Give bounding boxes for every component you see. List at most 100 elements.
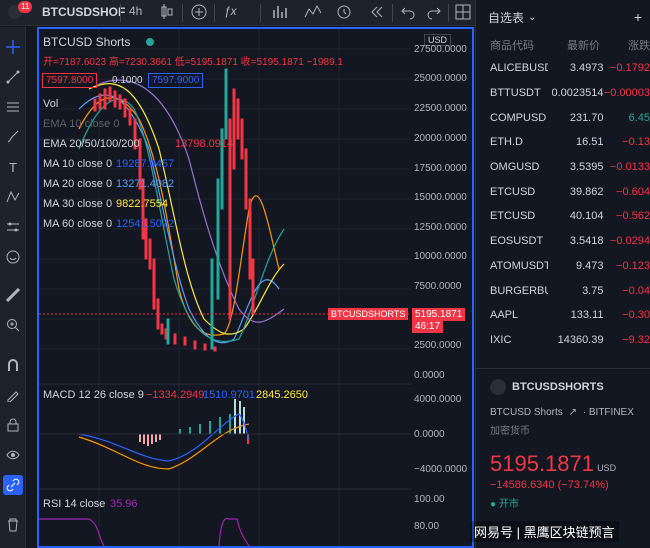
macd-value-1: −1334.2949 <box>146 389 205 401</box>
price-tick: 12500.0000 <box>414 222 467 233</box>
templates-icon[interactable] <box>272 4 288 23</box>
macd-tick: 4000.0000 <box>414 394 462 405</box>
interval-button[interactable]: 4h <box>129 4 142 18</box>
volume-legend[interactable]: Vol <box>43 98 58 110</box>
symbol-price-label: BTCUSDSHORTS <box>328 308 409 320</box>
rsi-legend[interactable]: RSI 14 close <box>43 498 105 510</box>
price-tick: 25000.0000 <box>414 73 467 84</box>
trendline-icon[interactable] <box>3 67 23 87</box>
chevron-down-icon[interactable]: ⌄ <box>528 12 536 23</box>
right-panel: 自选表 ⌄ + 商品代码 最新价 涨跌 ALICEBUSD 3.4973 −0.17… <box>475 0 650 548</box>
list-item[interactable]: BURGERBU 3.75 −0.04 <box>476 278 650 303</box>
rsi-tick: 80.00 <box>414 521 440 532</box>
price-tick: 22500.0000 <box>414 103 467 114</box>
layout-icon[interactable] <box>455 4 471 23</box>
list-item[interactable]: AAPL 133.11 −0.30 <box>476 303 650 328</box>
replay-icon[interactable] <box>369 4 385 23</box>
trash-icon[interactable] <box>3 515 23 535</box>
ma60-value: 12541.5072 <box>116 218 175 230</box>
price-tick: 20000.0000 <box>414 133 467 144</box>
ma20-value: 13271.4082 <box>116 178 175 190</box>
lock-icon[interactable] <box>3 415 23 435</box>
price-tick: 27500.0000 <box>414 44 467 55</box>
add-compare-icon[interactable] <box>191 4 207 23</box>
ema-value: 13798.0914 <box>175 138 234 150</box>
chart-canvas <box>39 29 411 546</box>
watchlist-header: 自选表 ⌄ + <box>476 0 650 34</box>
watchlist-title[interactable]: 自选表 <box>488 9 524 26</box>
col-last[interactable]: 最新价 <box>556 37 612 53</box>
magnet-icon[interactable] <box>3 355 23 375</box>
top-toolbar: 11 BTCUSDSHOF 4h ƒx <box>0 0 475 26</box>
chart-title: BTCUSD Shorts <box>43 35 131 49</box>
list-item[interactable]: OMGUSD 3.5395 −0.0133 <box>476 155 650 180</box>
ohlc-values: 开=7187.6023 高=7230.3661 低=5195.1871 收=51… <box>43 57 343 68</box>
watchlist-columns: 商品代码 最新价 涨跌 <box>476 34 650 56</box>
spread-value: 0.1000 <box>112 75 143 86</box>
macd-value-2: 1510.9701 <box>203 389 255 401</box>
rsi-value: 35.96 <box>110 498 138 510</box>
price-tick: 0.0000 <box>414 370 445 381</box>
symbol-details: BTCUSDSHORTS BTCUSD Shorts ↗ · BITFINEX … <box>476 368 650 520</box>
list-item[interactable]: ETH.D 16.51 −0.13 <box>476 130 650 155</box>
list-item[interactable]: ALICEBUSD 3.4973 −0.1792 <box>476 56 650 81</box>
details-price: 5195.1871 <box>490 451 594 476</box>
ma10-value: 19287.0457 <box>116 158 175 170</box>
symbol-logo-icon <box>490 379 506 395</box>
list-item[interactable]: ETCUSD 40.104 −0.562 <box>476 204 650 229</box>
macd-value-3: 2845.2650 <box>256 389 308 401</box>
details-symbol: BTCUSDSHORTS <box>512 381 604 393</box>
ma60-legend[interactable]: MA 60 close 0 <box>43 218 112 230</box>
price-tick: 10000.0000 <box>414 251 467 262</box>
candle-style-icon[interactable] <box>160 4 174 23</box>
list-item[interactable]: COMPUSD 231.70 6.45 <box>476 105 650 130</box>
bar-countdown: 46:17 <box>412 320 444 333</box>
buy-button[interactable]: 7597.9000 <box>148 73 204 88</box>
list-item[interactable]: ETCUSD 39.862 −0.604 <box>476 179 650 204</box>
list-item[interactable]: ATOMUSDT 9.473 −0.123 <box>476 254 650 279</box>
details-currency: USD <box>597 463 617 473</box>
ma10-legend[interactable]: MA 10 close 0 <box>43 158 112 170</box>
drawing-toolbar: T <box>0 27 26 548</box>
pattern-icon[interactable] <box>3 187 23 207</box>
redo-icon[interactable] <box>426 4 442 23</box>
col-symbol[interactable]: 商品代码 <box>490 37 556 53</box>
sell-button[interactable]: 7597.8000 <box>42 73 98 88</box>
details-exchange: BITFINEX <box>588 407 634 418</box>
ema-legend[interactable]: EMA 20/50/100/200 <box>43 138 140 150</box>
indicators-icon[interactable]: ƒx <box>224 4 237 18</box>
ma20-legend[interactable]: MA 20 close 0 <box>43 178 112 190</box>
list-item[interactable]: BTTUSDT 0.0023514 −0.00003 <box>476 81 650 106</box>
zoom-icon[interactable] <box>3 315 23 335</box>
fib-icon[interactable] <box>3 97 23 117</box>
ma30-legend[interactable]: MA 30 close 0 <box>43 198 112 210</box>
details-status: ● 开市 <box>490 499 519 510</box>
list-item[interactable]: IXIC 14360.39 −9.32 <box>476 328 650 353</box>
strategy-icon[interactable] <box>304 4 322 23</box>
alert-icon[interactable] <box>336 4 352 23</box>
link-icon[interactable] <box>3 475 23 495</box>
external-link-icon[interactable]: ↗ <box>569 407 577 418</box>
watermark: 网易号 | 黑鹰区块链预言 <box>470 521 619 542</box>
text-icon[interactable]: T <box>3 157 23 177</box>
emoji-icon[interactable] <box>3 247 23 267</box>
symbol-search-button[interactable]: BTCUSDSHOF <box>42 5 125 19</box>
ruler-icon[interactable] <box>3 285 23 305</box>
eye-icon[interactable] <box>3 445 23 465</box>
crosshair-icon[interactable] <box>3 37 23 57</box>
undo-icon[interactable] <box>400 4 416 23</box>
list-item[interactable]: EOSUSDT 3.5418 −0.0294 <box>476 229 650 254</box>
macd-legend[interactable]: MACD 12 26 close 9 <box>43 389 144 401</box>
price-tick: 17500.0000 <box>414 163 467 174</box>
draw-mode-icon[interactable] <box>3 385 23 405</box>
macd-tick: −4000.0000 <box>414 464 468 475</box>
col-change[interactable]: 涨跌 <box>611 37 650 53</box>
brush-icon[interactable] <box>3 127 23 147</box>
measure-tools-icon[interactable] <box>3 217 23 237</box>
price-tick: 2500.0000 <box>414 340 462 351</box>
add-symbol-icon[interactable]: + <box>634 9 642 25</box>
ema-hidden-legend[interactable]: EMA 10 close 0 <box>43 118 119 130</box>
ma30-value: 9822.7554 <box>116 198 168 210</box>
details-name[interactable]: BTCUSD Shorts <box>490 407 563 418</box>
menu-icon[interactable]: 11 <box>6 1 33 20</box>
